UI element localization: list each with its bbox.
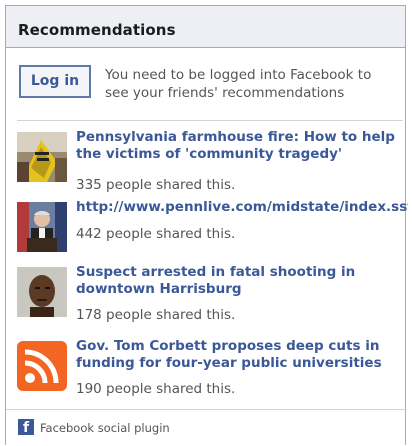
list-item: Pennsylvania farmhouse fire: How to help… (6, 129, 406, 194)
share-count: 442 people shared this. (76, 226, 236, 242)
item-title-link[interactable]: Suspect arrested in fatal shooting in do… (76, 264, 406, 298)
list-item: Suspect arrested in fatal shooting in do… (6, 264, 406, 329)
divider (17, 120, 403, 121)
share-count: 335 people shared this. (76, 177, 236, 193)
item-title-link[interactable]: http://www.pennlive.com/midstate/index.s… (76, 199, 408, 216)
list-item: http://www.pennlive.com/midstate/index.s… (6, 199, 408, 264)
facebook-f-icon[interactable]: f (18, 419, 34, 435)
login-button[interactable]: Log in (19, 65, 91, 98)
share-count: 178 people shared this. (76, 307, 236, 323)
widget-header: Recommendations (6, 6, 405, 48)
mugshot-photo-icon[interactable] (17, 267, 67, 317)
recommendations-widget: Recommendations Log in You need to be lo… (5, 5, 408, 446)
login-message: You need to be logged into Facebook to s… (105, 67, 372, 101)
share-count: 190 people shared this. (76, 381, 236, 397)
footer-label[interactable]: Facebook social plugin (40, 421, 170, 435)
widget-footer: f Facebook social plugin (6, 409, 407, 446)
firefighters-photo-icon[interactable] (17, 132, 67, 182)
item-title-link[interactable]: Gov. Tom Corbett proposes deep cuts in f… (76, 338, 406, 372)
list-item: Gov. Tom Corbett proposes deep cuts in f… (6, 338, 406, 403)
speaker-photo-icon[interactable] (17, 202, 67, 252)
login-section: Log in You need to be logged into Facebo… (6, 48, 404, 120)
widget-title: Recommendations (18, 21, 176, 39)
item-title-link[interactable]: Pennsylvania farmhouse fire: How to help… (76, 129, 406, 163)
rss-icon[interactable] (17, 341, 67, 391)
